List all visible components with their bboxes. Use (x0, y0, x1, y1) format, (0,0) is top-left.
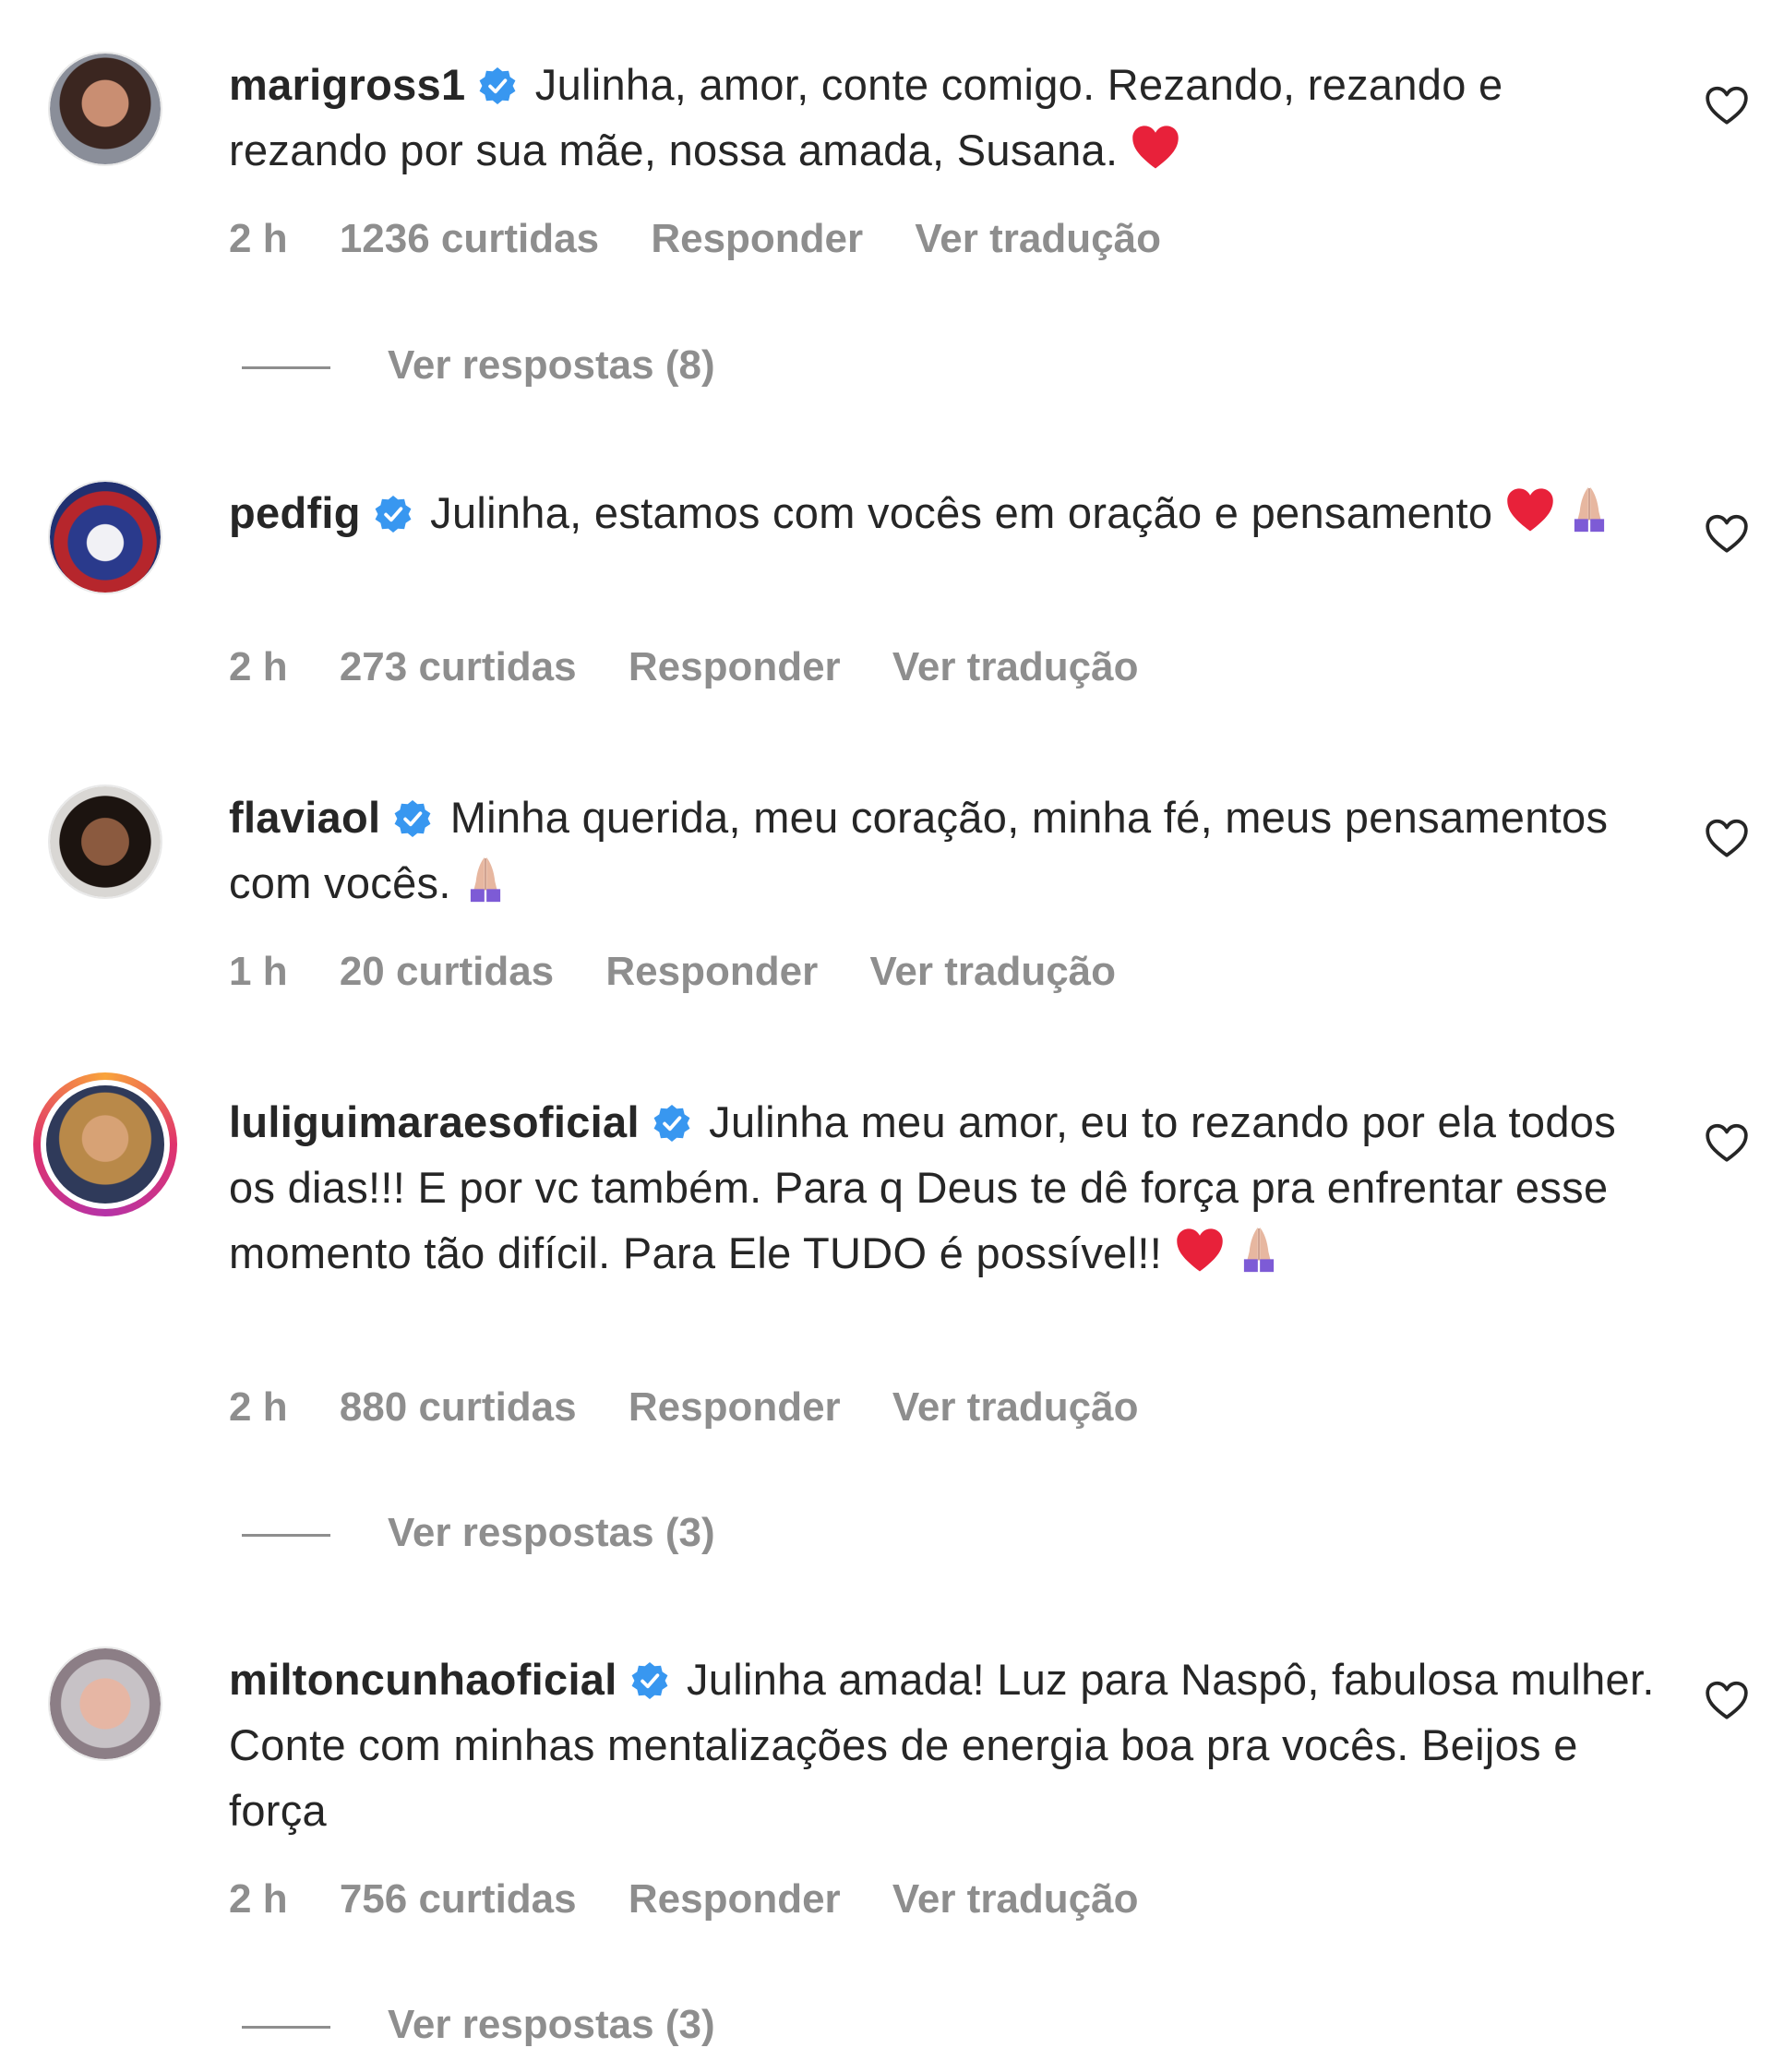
verified-badge-icon (630, 1661, 669, 1700)
view-replies-button[interactable]: Ver respostas (8) (242, 340, 715, 391)
heart-outline-icon[interactable] (1704, 1678, 1750, 1724)
comment-time[interactable]: 2 h (229, 644, 288, 689)
comment-time[interactable]: 2 h (229, 1384, 288, 1430)
comment-likes[interactable]: 1236 curtidas (340, 216, 599, 261)
replies-divider (242, 365, 330, 369)
heart-outline-icon[interactable] (1704, 1120, 1750, 1167)
avatar[interactable] (48, 784, 162, 899)
comment-body: miltoncunhaoficial Julinha amada! Luz pa… (229, 1647, 1669, 1843)
comment-meta: 2 h 880 curtidas Responder Ver tradução (229, 1382, 1179, 1433)
comment-time[interactable]: 1 h (229, 949, 288, 994)
comment-meta: 2 h 1236 curtidas Responder Ver tradução (229, 213, 1202, 265)
comment-likes[interactable]: 20 curtidas (340, 949, 554, 994)
comment-likes[interactable]: 756 curtidas (340, 1876, 577, 1922)
avatar[interactable] (48, 52, 162, 166)
reply-button[interactable]: Responder (629, 644, 841, 689)
translate-button[interactable]: Ver tradução (869, 949, 1116, 994)
red-heart-icon (1175, 1226, 1225, 1276)
praying-hands-icon (1238, 1224, 1280, 1276)
comment-meta: 2 h 273 curtidas Responder Ver tradução (229, 641, 1179, 693)
reply-button[interactable]: Responder (629, 1876, 841, 1922)
verified-badge-icon (478, 66, 517, 105)
comment-username[interactable]: pedfig (229, 488, 361, 537)
view-replies-label: Ver respostas (3) (388, 2002, 715, 2047)
comment-body: marigross1 Julinha, amor, conte comigo. … (229, 52, 1669, 183)
avatar[interactable] (48, 1647, 162, 1761)
comment-likes[interactable]: 880 curtidas (340, 1384, 577, 1430)
comment-body: luliguimaraesoficial Julinha meu amor, e… (229, 1089, 1669, 1286)
avatar[interactable] (33, 1072, 177, 1216)
comment-text: Julinha, estamos com vocês em oração e p… (430, 488, 1493, 537)
replies-divider (242, 1533, 330, 1537)
comment-username[interactable]: miltoncunhaoficial (229, 1655, 617, 1704)
comment-meta: 1 h 20 curtidas Responder Ver tradução (229, 946, 1156, 998)
translate-button[interactable]: Ver tradução (892, 1876, 1139, 1922)
translate-button[interactable]: Ver tradução (892, 644, 1139, 689)
reply-button[interactable]: Responder (651, 216, 863, 261)
comment-text: Minha querida, meu coração, minha fé, me… (229, 793, 1609, 907)
comment-username[interactable]: flaviaol (229, 793, 380, 842)
heart-outline-icon[interactable] (1704, 816, 1750, 862)
view-replies-label: Ver respostas (3) (388, 1510, 715, 1555)
view-replies-label: Ver respostas (8) (388, 342, 715, 388)
verified-badge-icon (374, 495, 413, 533)
heart-outline-icon[interactable] (1704, 511, 1750, 557)
red-heart-icon (1505, 485, 1555, 535)
comment-username[interactable]: luliguimaraesoficial (229, 1097, 640, 1146)
praying-hands-icon (1568, 484, 1610, 535)
view-replies-button[interactable]: Ver respostas (3) (242, 1507, 715, 1559)
comment-meta: 2 h 756 curtidas Responder Ver tradução (229, 1874, 1179, 1925)
reply-button[interactable]: Responder (605, 949, 818, 994)
heart-outline-icon[interactable] (1704, 83, 1750, 129)
verified-badge-icon (393, 799, 432, 838)
view-replies-button[interactable]: Ver respostas (3) (242, 1999, 715, 2051)
comment-body: flaviaol Minha querida, meu coração, min… (229, 784, 1669, 916)
translate-button[interactable]: Ver tradução (892, 1384, 1139, 1430)
replies-divider (242, 2025, 330, 2029)
verified-badge-icon (653, 1104, 691, 1143)
comment-likes[interactable]: 273 curtidas (340, 644, 577, 689)
translate-button[interactable]: Ver tradução (915, 216, 1161, 261)
reply-button[interactable]: Responder (629, 1384, 841, 1430)
comment-time[interactable]: 2 h (229, 216, 288, 261)
avatar[interactable] (48, 480, 162, 594)
comment-username[interactable]: marigross1 (229, 60, 465, 109)
red-heart-icon (1131, 123, 1180, 173)
comment-time[interactable]: 2 h (229, 1876, 288, 1922)
praying-hands-icon (464, 854, 507, 905)
comment-body: pedfig Julinha, estamos com vocês em ora… (229, 480, 1669, 545)
